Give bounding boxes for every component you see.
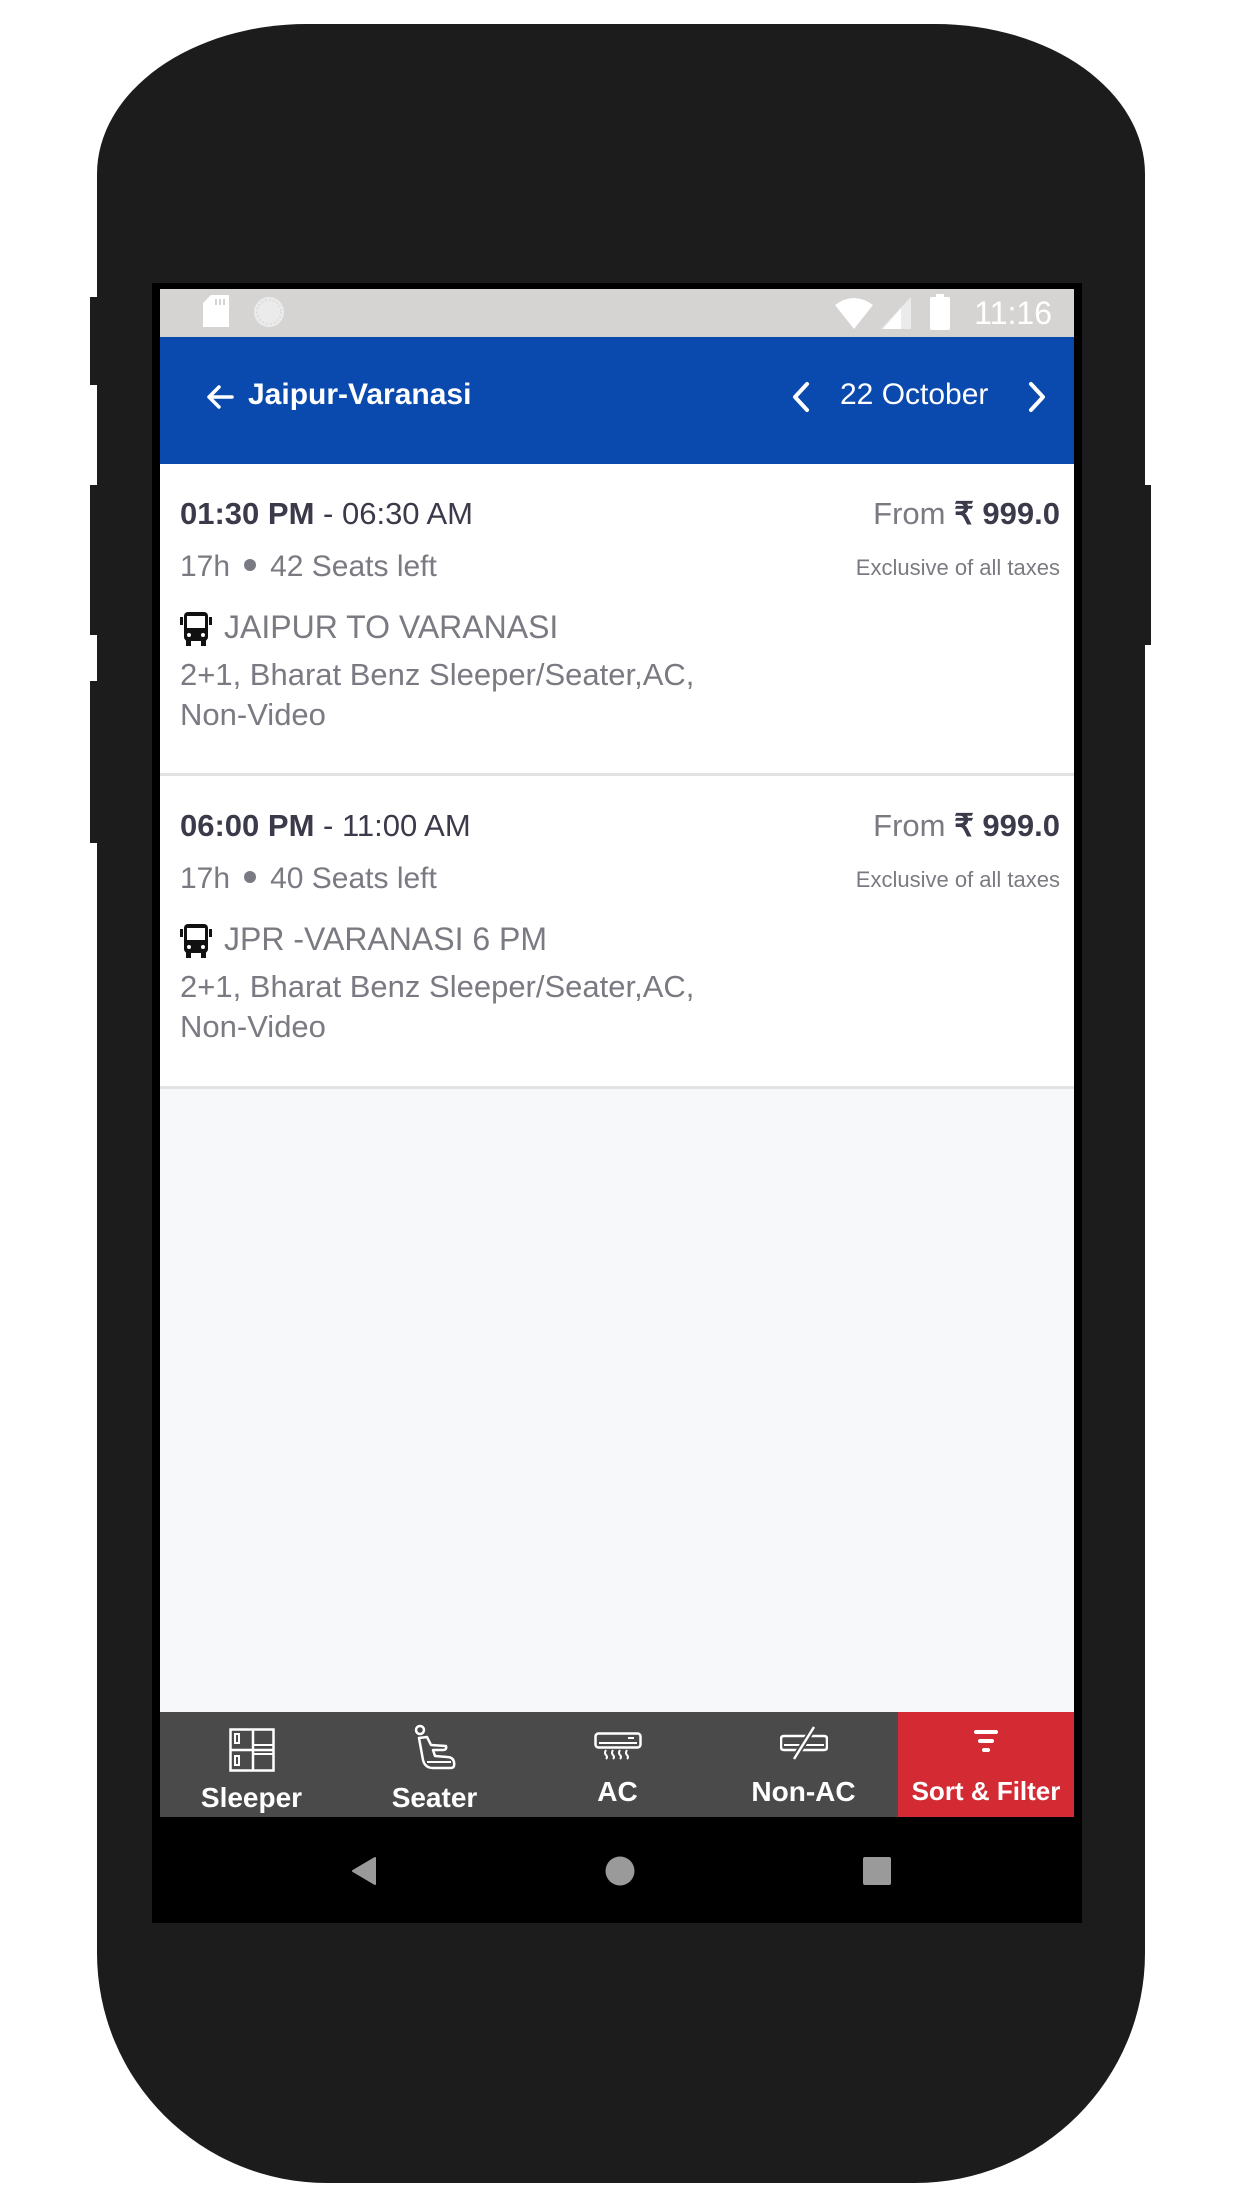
chevron-left-icon[interactable] bbox=[790, 381, 812, 413]
separator-dot bbox=[244, 871, 257, 884]
travel-date[interactable]: 22 October bbox=[840, 378, 988, 412]
battery-icon bbox=[930, 294, 950, 330]
price-prefix: From bbox=[873, 808, 955, 843]
tab-label: AC bbox=[597, 1776, 638, 1807]
tab-label: Seater bbox=[391, 1782, 478, 1813]
bus-price: From ₹ 999.0 bbox=[873, 496, 1060, 532]
seats-left: 40 Seats left bbox=[270, 862, 437, 895]
wifi-icon bbox=[835, 298, 873, 329]
time-separator: - bbox=[314, 496, 342, 531]
seats-left: 42 Seats left bbox=[270, 550, 437, 583]
route-title: Jaipur-Varanasi bbox=[248, 378, 472, 411]
arrow-left-icon[interactable] bbox=[204, 381, 236, 413]
tab-label: Sort & Filter bbox=[911, 1776, 1061, 1806]
sync-circle-icon bbox=[254, 297, 284, 327]
bus-price: From ₹ 999.0 bbox=[873, 808, 1060, 844]
bus-description: 2+1, Bharat Benz Sleeper/Seater,AC, Non-… bbox=[180, 657, 695, 732]
app-header: Jaipur-Varanasi 22 October bbox=[160, 337, 1074, 464]
chevron-right-icon[interactable] bbox=[1026, 381, 1048, 413]
nav-home-icon[interactable] bbox=[605, 1856, 635, 1886]
no-ac-icon bbox=[779, 1726, 828, 1760]
app-screen: 11:16 Jaipur-Varanasi 22 October 01:30 P… bbox=[160, 289, 1074, 1817]
sd-card-icon bbox=[203, 295, 229, 327]
bus-description: 2+1, Bharat Benz Sleeper/Seater,AC, Non-… bbox=[180, 969, 695, 1044]
price-value: ₹ 999.0 bbox=[954, 496, 1060, 531]
bus-name: JAIPUR TO VARANASI bbox=[224, 609, 559, 645]
tax-note: Exclusive of all taxes bbox=[855, 867, 1060, 892]
filter-icon bbox=[974, 1730, 998, 1752]
side-button-volume-up bbox=[90, 485, 98, 635]
bus-list-item[interactable]: 06:00 PM - 11:00 AM 17h 40 Seats left JPR… bbox=[160, 776, 1074, 1089]
price-value: ₹ 999.0 bbox=[954, 808, 1060, 843]
time-separator: - bbox=[314, 808, 342, 843]
side-button-power bbox=[1143, 485, 1151, 645]
sort-filter-button[interactable]: Sort & Filter bbox=[898, 1712, 1074, 1817]
seat-icon bbox=[414, 1724, 455, 1770]
status-bar: 11:16 bbox=[160, 289, 1074, 337]
bus-icon bbox=[180, 924, 212, 958]
system-nav-bar bbox=[160, 1817, 1074, 1923]
departure-time: 01:30 PM bbox=[180, 496, 315, 531]
signal-icon bbox=[881, 297, 911, 329]
tab-non-ac[interactable]: Non-AC bbox=[709, 1712, 898, 1817]
tab-seater[interactable]: Seater bbox=[343, 1712, 526, 1817]
nav-back-icon[interactable] bbox=[351, 1857, 377, 1885]
tax-note: Exclusive of all taxes bbox=[855, 555, 1060, 580]
air-conditioner-icon bbox=[593, 1732, 642, 1760]
side-button-volume-down bbox=[90, 681, 98, 843]
arrival-time: 11:00 AM bbox=[341, 808, 471, 843]
tab-label: Non-AC bbox=[751, 1776, 856, 1807]
bus-name: JPR -VARANASI 6 PM bbox=[224, 921, 548, 957]
bus-meta: 17h 40 Seats left bbox=[180, 862, 437, 896]
bus-timings: 06:00 PM - 11:00 AM bbox=[180, 808, 471, 844]
duration: 17h bbox=[180, 550, 231, 583]
filter-tab-bar: Sleeper Seater AC Non-AC Sort & Filter bbox=[160, 1712, 1074, 1817]
arrival-time: 06:30 AM bbox=[341, 496, 473, 531]
bus-meta: 17h 42 Seats left bbox=[180, 550, 437, 584]
side-button-camera bbox=[90, 297, 98, 385]
sleeper-berth-icon bbox=[228, 1728, 275, 1772]
price-prefix: From bbox=[873, 496, 955, 531]
nav-recents-icon[interactable] bbox=[863, 1857, 891, 1885]
duration: 17h bbox=[180, 862, 231, 895]
tab-ac[interactable]: AC bbox=[526, 1712, 709, 1817]
tab-label: Sleeper bbox=[200, 1782, 303, 1813]
tab-sleeper[interactable]: Sleeper bbox=[160, 1712, 343, 1817]
bus-list-item[interactable]: 01:30 PM - 06:30 AM 17h 42 Seats left JAI… bbox=[160, 464, 1074, 776]
departure-time: 06:00 PM bbox=[180, 808, 315, 843]
bus-icon bbox=[180, 612, 212, 646]
separator-dot bbox=[244, 559, 257, 572]
bus-timings: 01:30 PM - 06:30 AM bbox=[180, 496, 473, 532]
status-time: 11:16 bbox=[974, 295, 1052, 331]
